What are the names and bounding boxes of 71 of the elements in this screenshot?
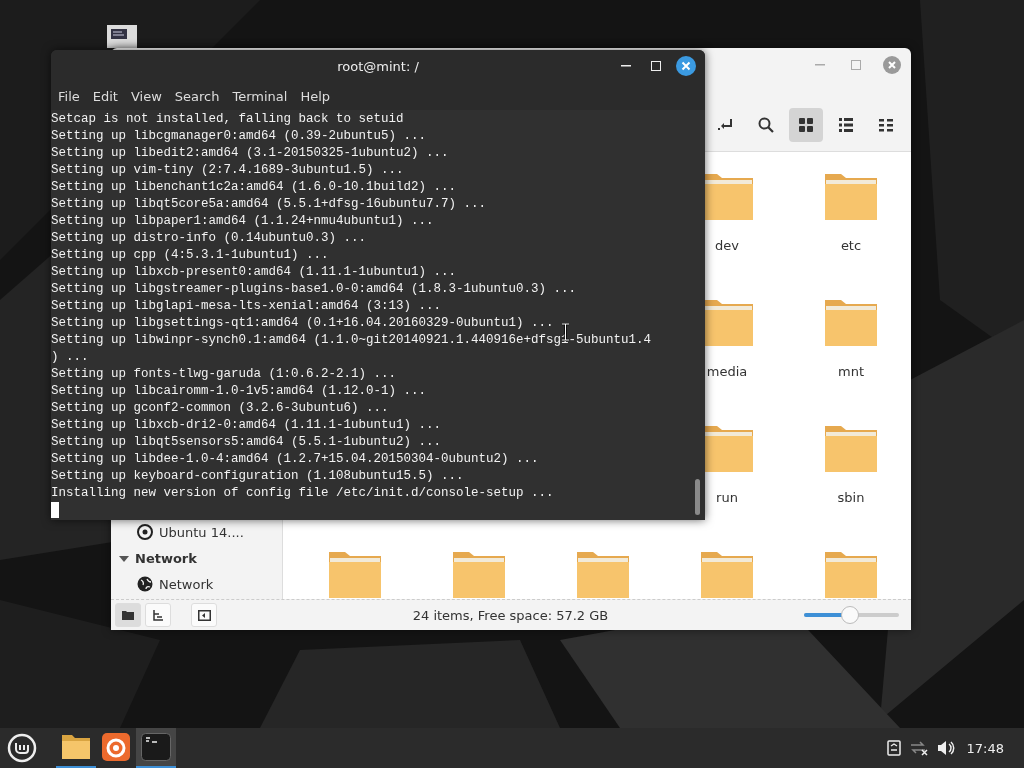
section-header: Network (135, 550, 197, 566)
window-title: root@mint: / (337, 58, 419, 74)
clock[interactable]: 17:48 (966, 740, 1004, 756)
folder-icon (61, 734, 91, 760)
pane-button[interactable] (191, 603, 217, 627)
terminal-line: Setting up gconf2-common (3.2.6-3ubuntu6) ... (51, 400, 390, 417)
terminal-line: Setting up libpaper1:amd64 (1.1.24+nmu4ubuntu1) ... (51, 213, 435, 230)
folder-name[interactable]: dev (715, 238, 739, 253)
tree-icon (152, 609, 164, 621)
terminal-line: Setting up distro-info (0.14ubuntu0.3) ... (51, 230, 368, 247)
sidebar-item[interactable]: Network (159, 576, 214, 592)
scrollbar-thumb[interactable] (695, 479, 700, 515)
terminal-line: Setting up libdee-1.0-4:amd64 (1.2.7+15.04.20150304-0ubuntu2) ... (51, 451, 540, 468)
terminal-line: Setting up libenchant1c2a:amd64 (1.6.0-10.1build2) ... (51, 179, 458, 196)
view-button[interactable] (789, 108, 823, 142)
disc-icon (137, 524, 153, 540)
menu-item[interactable]: Help (295, 88, 339, 104)
close-button[interactable] (675, 55, 697, 77)
expander-icon[interactable] (119, 554, 129, 563)
pane-button[interactable] (115, 603, 141, 627)
folder-name[interactable]: etc (840, 238, 862, 253)
menu-item[interactable]: Edit (87, 88, 126, 104)
terminal-line: Setting up libglapi-mesa-lts-xenial:amd64 (3:13) ... (51, 298, 443, 315)
folder-name[interactable]: mnt (838, 364, 864, 379)
document-icon[interactable] (107, 25, 137, 48)
minimize-icon (815, 64, 825, 66)
terminal-icon (141, 733, 171, 761)
terminal-line: Setting up libgstreamer-plugins-base1.0-0:amd64 (1.8.3-1ubuntu0.3) ... (51, 281, 578, 298)
terminal-line: Setting up libedit2:amd64 (3.1-20150325-1ubuntu2) ... (51, 145, 450, 162)
browser-icon (102, 733, 130, 761)
folder-name[interactable]: run (716, 490, 738, 505)
menu-item[interactable]: Terminal (227, 88, 296, 104)
terminal-line: Setting up cpp (4:5.3.1-1ubuntu1) ... (51, 247, 330, 264)
sidebar-item[interactable]: Ubuntu 14.... (159, 524, 244, 540)
maximize-icon (851, 60, 861, 70)
terminal-line: Setting up libgsettings-qt1:amd64 (0.1+16.04.20160329-0ubuntu1) ... (51, 315, 555, 332)
grid-view-icon (798, 117, 814, 133)
terminal-cursor (51, 502, 59, 518)
zoom-slider[interactable] (804, 606, 899, 624)
network-disconnected-icon[interactable] (908, 740, 929, 756)
terminal-line: Setting up libcgmanager0:amd64 (0.39-2ubuntu5) ... (51, 128, 428, 145)
search-icon (758, 117, 774, 133)
list-view-icon (838, 117, 854, 133)
sidebar-toggle-icon (197, 609, 211, 621)
terminal-line: Installing new version of config file /etc/init.d/console-setup ... (51, 485, 555, 502)
terminal-line: Setting up keyboard-configuration (1.108ubuntu15.5) ... (51, 468, 465, 485)
terminal-line: ) ... (51, 349, 90, 366)
folder-small-icon (122, 610, 134, 620)
menu-item[interactable]: Search (169, 88, 228, 104)
minimize-icon (621, 65, 631, 67)
compact-view-icon (878, 118, 894, 132)
folder-name[interactable]: sbin (837, 490, 865, 505)
terminal-line: Setting up libcairomm-1.0-1v5:amd64 (1.12.0-1) ... (51, 383, 428, 400)
terminal-line: Setting up libxcb-dri2-0:amd64 (1.11.1-1ubuntu1) ... (51, 417, 443, 434)
terminal-line: Setting up libqt5sensors5:amd64 (5.5.1-1ubuntu2) ... (51, 434, 443, 451)
return-arrow-icon (718, 118, 734, 132)
terminal-line: Setting up fonts-tlwg-garuda (1:0.6.2-2.1) ... (51, 366, 398, 383)
status-text: 24 items, Free space: 57.2 GB (411, 607, 610, 623)
terminal-line: Setting up libqt5core5a:amd64 (5.5.1+dfsg-16ubuntu7.7) ... (51, 196, 488, 213)
volume-icon[interactable] (936, 740, 955, 756)
folder-name[interactable]: media (706, 364, 748, 379)
terminal-line: Setting up libxcb-present0:amd64 (1.11.1-1ubuntu1) ... (51, 264, 458, 281)
maximize-icon (651, 61, 661, 71)
terminal-line: Setcap is not installed, falling back to setuid (51, 111, 405, 128)
terminal-line: Setting up vim-tiny (2:7.4.1689-3ubuntu1.5) ... (51, 162, 405, 179)
notes-icon[interactable] (886, 740, 901, 756)
terminal-line: Setting up libwinpr-synch0.1:amd64 (1.1.0~git20140921.1.440916e+dfsg1-5ubuntu1.4 (51, 332, 653, 349)
globe-icon (137, 576, 153, 592)
pane-button[interactable] (145, 603, 171, 627)
menu-item[interactable]: File (53, 88, 88, 104)
menu-item[interactable]: View (125, 88, 170, 104)
